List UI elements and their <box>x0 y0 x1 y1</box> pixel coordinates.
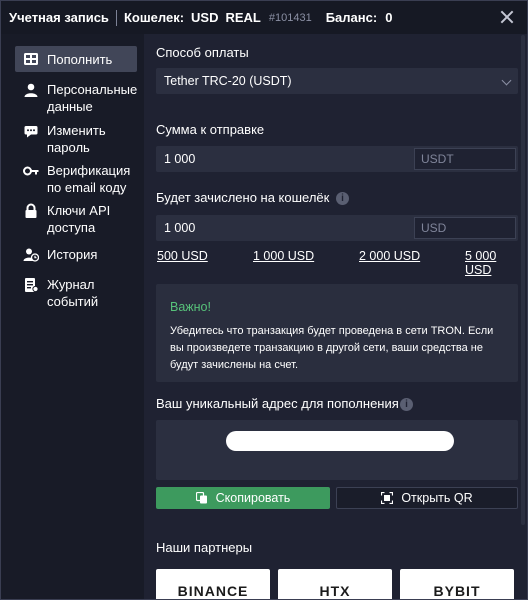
balance-label: Баланс: <box>325 10 378 25</box>
account-type[interactable]: REAL <box>225 10 260 25</box>
log-icon <box>25 278 39 293</box>
sidebar-item-verification[interactable]: Верификация по email коду <box>15 162 137 196</box>
sidebar-item-label: История <box>47 247 98 262</box>
quick-amount-500[interactable]: 500 USD <box>157 249 208 263</box>
key-icon <box>23 166 39 176</box>
close-icon[interactable] <box>499 9 515 25</box>
amount-currency: USDT <box>414 148 516 170</box>
sidebar-item-event-log[interactable]: Журнал событий <box>15 276 137 310</box>
partner-bybit[interactable]: BYBIT <box>400 569 514 599</box>
account-title: Учетная запись <box>9 10 109 25</box>
header-divider <box>115 9 117 26</box>
wallet-address-field[interactable] <box>226 431 454 451</box>
credited-label: Будет зачислено на кошелёк <box>156 190 330 205</box>
partner-binance[interactable]: BINANCE <box>156 569 270 599</box>
partner-htx[interactable]: HTX <box>278 569 392 599</box>
amount-value: 1 000 <box>164 152 196 166</box>
sidebar: Пополнить Персональные данные Изменить п… <box>1 34 144 599</box>
sidebar-item-label: Пополнить <box>47 51 113 67</box>
copy-button-label: Скопировать <box>215 491 291 505</box>
payment-method-select[interactable]: Tether TRC-20 (USDT) <box>156 68 518 94</box>
sidebar-item-deposit[interactable]: Пополнить <box>15 46 137 72</box>
partner-htx-logo: HTX <box>319 583 351 599</box>
sidebar-item-api-keys[interactable]: Ключи API доступа <box>15 202 137 236</box>
account-id: #101431 <box>268 11 312 24</box>
sidebar-item-label: Персональные данные <box>47 82 138 114</box>
notice-title: Важно! <box>170 300 211 314</box>
info-icon[interactable]: i <box>336 192 349 205</box>
password-icon <box>24 126 38 138</box>
partner-binance-logo: BINANCE <box>177 583 249 599</box>
header-bar: Учетная запись Кошелек: USD REAL #101431… <box>1 1 527 34</box>
lock-icon <box>25 203 37 218</box>
sidebar-item-label: Верификация по email коду <box>47 163 131 195</box>
copy-icon <box>195 492 207 504</box>
partners-label: Наши партнеры <box>156 540 253 555</box>
credited-input[interactable]: 1 000 USD <box>156 215 518 241</box>
notice-body: Убедитесь что транзакция будет проведена… <box>170 325 494 371</box>
address-box <box>156 420 518 480</box>
amount-label: Сумма к отправке <box>156 122 265 137</box>
history-icon <box>23 248 39 262</box>
qr-scan-icon <box>381 492 394 504</box>
scrollbar[interactable] <box>521 35 525 525</box>
credited-currency: USD <box>414 217 516 239</box>
sidebar-item-password[interactable]: Изменить пароль <box>15 122 137 156</box>
deposit-icon <box>24 53 38 65</box>
wallet-label: Кошелек: <box>123 10 185 25</box>
sidebar-item-label: Журнал событий <box>47 277 99 309</box>
quick-amount-2000[interactable]: 2 000 USD <box>359 249 420 263</box>
partner-bybit-logo: BYBIT <box>433 583 481 599</box>
wallet-currency[interactable]: USD <box>191 10 218 25</box>
quick-amount-1000[interactable]: 1 000 USD <box>253 249 314 263</box>
sidebar-item-history[interactable]: История <box>15 246 137 263</box>
info-icon[interactable]: i <box>400 398 413 411</box>
chevron-down-icon <box>501 75 512 86</box>
sidebar-item-personal[interactable]: Персональные данные <box>15 81 137 115</box>
sidebar-item-label: Ключи API доступа <box>47 203 111 235</box>
open-qr-label: Открыть QR <box>401 491 473 505</box>
copy-button[interactable]: Скопировать <box>156 487 330 509</box>
balance-value: 0 <box>385 10 393 25</box>
address-label: Ваш уникальный адрес для пополнения <box>156 396 399 411</box>
sidebar-item-label: Изменить пароль <box>47 123 106 155</box>
user-icon <box>24 83 38 97</box>
credited-value: 1 000 <box>164 221 196 235</box>
account-window: Учетная запись Кошелек: USD REAL #101431… <box>0 0 528 600</box>
payment-method-value: Tether TRC-20 (USDT) <box>164 74 292 88</box>
quick-amount-5000[interactable]: 5 000 USD <box>465 249 518 277</box>
important-notice: Важно! Убедитесь что транзакция будет пр… <box>156 284 518 382</box>
open-qr-button[interactable]: Открыть QR <box>336 487 518 509</box>
amount-input[interactable]: 1 000 USDT <box>156 146 518 172</box>
payment-method-label: Способ оплаты <box>156 45 249 60</box>
